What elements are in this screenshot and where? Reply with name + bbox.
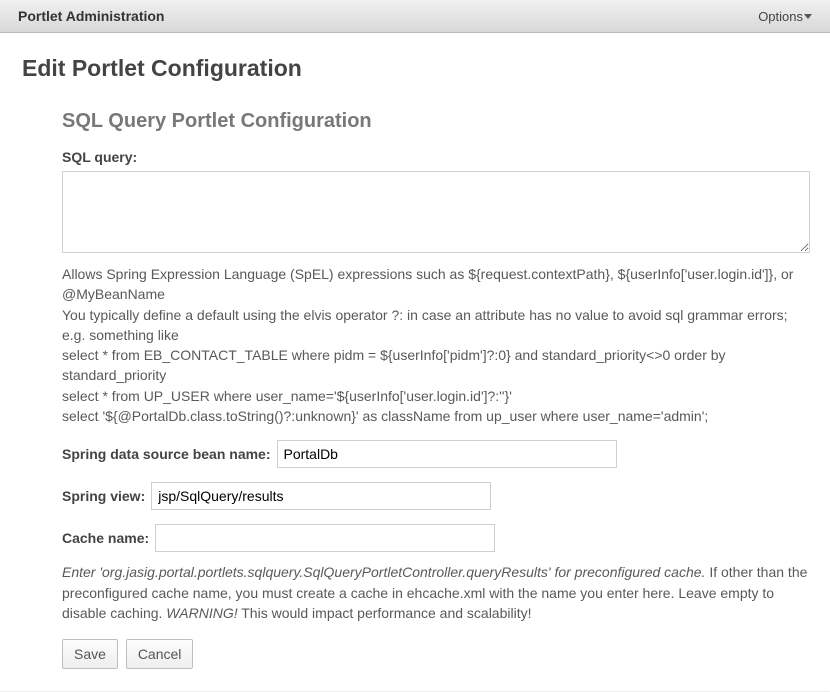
cache-name-group: Cache name: <box>62 524 808 552</box>
cancel-button[interactable]: Cancel <box>126 639 194 669</box>
spring-view-input[interactable] <box>151 482 491 510</box>
data-source-label: Spring data source bean name: <box>62 446 271 462</box>
data-source-group: Spring data source bean name: <box>62 440 808 468</box>
portlet-header: Portlet Administration Options <box>0 0 830 33</box>
page-title: Edit Portlet Configuration <box>22 55 808 82</box>
sql-query-label: SQL query: <box>62 149 808 165</box>
portlet-title: Portlet Administration <box>18 8 165 24</box>
cache-name-help: Enter 'org.jasig.portal.portlets.sqlquer… <box>62 562 808 623</box>
save-button[interactable]: Save <box>62 639 118 669</box>
spring-view-group: Spring view: <box>62 482 808 510</box>
spring-view-label: Spring view: <box>62 488 145 504</box>
sql-query-group: SQL query: Allows Spring Expression Lang… <box>62 149 808 426</box>
cache-help-prefix: Enter 'org.jasig.portal.portlets.sqlquer… <box>62 564 705 580</box>
caret-down-icon <box>804 14 812 19</box>
cache-name-input[interactable] <box>155 524 495 552</box>
button-row: Save Cancel <box>62 639 808 669</box>
sql-query-help: Allows Spring Expression Language (SpEL)… <box>62 264 808 426</box>
cache-help-suffix: This would impact performance and scalab… <box>238 605 532 621</box>
data-source-input[interactable] <box>277 440 617 468</box>
cache-name-label: Cache name: <box>62 530 149 546</box>
portlet-body: Edit Portlet Configuration SQL Query Por… <box>0 33 830 691</box>
options-label: Options <box>758 9 803 24</box>
section-title: SQL Query Portlet Configuration <box>62 110 808 133</box>
content-inner: SQL Query Portlet Configuration SQL quer… <box>22 110 808 669</box>
sql-query-input[interactable] <box>62 171 810 253</box>
cache-help-warning: WARNING! <box>166 605 237 621</box>
options-menu[interactable]: Options <box>758 9 812 24</box>
portlet-container: Portlet Administration Options Edit Port… <box>0 0 830 691</box>
